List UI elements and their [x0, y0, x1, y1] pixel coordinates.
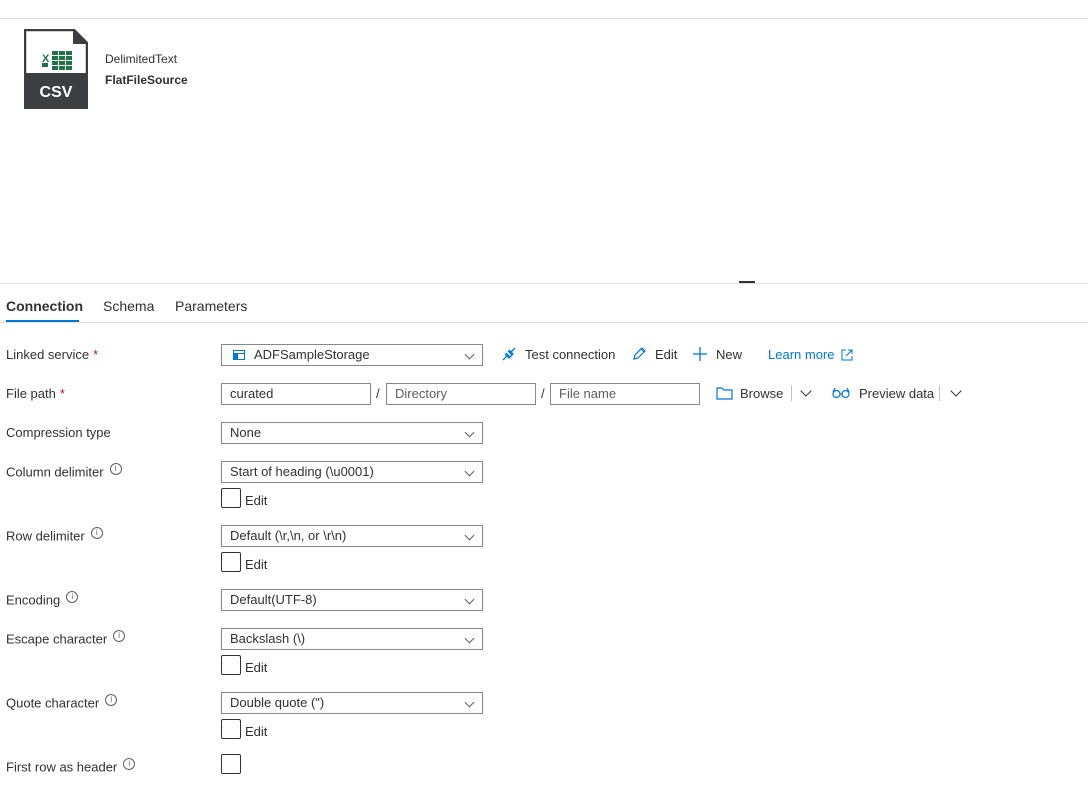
linked-service-select[interactable]: ADFSampleStorage: [221, 344, 483, 366]
plus-icon: [693, 347, 707, 361]
info-icon: i: [105, 694, 118, 706]
chevron-down-icon: [464, 466, 475, 477]
directory-input[interactable]: Directory: [386, 383, 536, 405]
browse-dropdown-chevron-icon[interactable]: [800, 385, 812, 397]
pane-divider: [0, 283, 1088, 284]
tab-schema[interactable]: Schema: [103, 298, 154, 314]
row-delimiter-edit-checkbox[interactable]: [221, 552, 241, 572]
info-icon: i: [109, 463, 122, 475]
edit-pencil-icon: [633, 347, 646, 360]
chevron-down-icon: [464, 349, 475, 360]
info-icon: i: [113, 630, 126, 642]
csv-icon-text: CSV: [40, 84, 73, 101]
chevron-down-icon: [464, 633, 475, 644]
test-connection-icon: [502, 347, 516, 361]
encoding-select[interactable]: Default(UTF-8): [221, 589, 483, 611]
quote-character-select[interactable]: Double quote ("): [221, 692, 483, 714]
external-link-icon: [841, 349, 853, 361]
chevron-down-icon: [464, 697, 475, 708]
new-linked-service-button[interactable]: New: [716, 347, 742, 362]
required-mark: *: [93, 347, 99, 362]
dataset-type: DelimitedText: [105, 52, 178, 66]
escape-character-edit-label: Edit: [245, 660, 268, 675]
info-icon: i: [123, 758, 136, 770]
column-delimiter-select[interactable]: Start of heading (\u0001): [221, 461, 483, 483]
chevron-down-icon: [464, 594, 475, 605]
folder-icon: [716, 387, 733, 400]
tab-connection[interactable]: Connection: [6, 298, 83, 314]
file-path-label: File path *: [6, 386, 65, 401]
escape-character-label: Escape character i: [6, 630, 126, 646]
quote-character-edit-checkbox[interactable]: [221, 719, 241, 739]
column-delimiter-edit-label: Edit: [245, 493, 268, 508]
quote-character-edit-label: Edit: [245, 724, 268, 739]
escape-character-select[interactable]: Backslash (\): [221, 628, 483, 650]
info-icon: i: [90, 527, 103, 539]
escape-character-edit-checkbox[interactable]: [221, 655, 241, 675]
required-mark: *: [59, 386, 65, 401]
container-input[interactable]: curated: [221, 383, 371, 405]
info-icon: i: [66, 591, 79, 603]
compression-type-label: Compression type: [6, 425, 111, 440]
test-connection-button[interactable]: Test connection: [525, 347, 615, 362]
preview-data-button[interactable]: Preview data: [859, 386, 934, 401]
path-separator: /: [541, 386, 545, 401]
preview-dropdown-chevron-icon[interactable]: [950, 385, 962, 397]
chevron-down-icon: [464, 427, 475, 438]
tabs-divider: [0, 322, 1088, 323]
toolbar-separator: [791, 385, 792, 401]
top-divider: [0, 18, 1088, 19]
browse-button[interactable]: Browse: [740, 386, 783, 401]
glasses-icon: [832, 387, 850, 399]
row-delimiter-select[interactable]: Default (\r,\n, or \r\n): [221, 525, 483, 547]
row-delimiter-edit-label: Edit: [245, 557, 268, 572]
linked-service-label: Linked service *: [6, 347, 99, 362]
edit-linked-service-button[interactable]: Edit: [655, 347, 677, 362]
first-row-header-checkbox[interactable]: [221, 754, 241, 774]
quote-character-label: Quote character i: [6, 694, 118, 710]
path-separator: /: [376, 386, 380, 401]
row-delimiter-label: Row delimiter i: [6, 527, 103, 543]
resize-handle[interactable]: [739, 281, 755, 283]
first-row-header-label: First row as header i: [6, 758, 136, 774]
column-delimiter-edit-checkbox[interactable]: [221, 488, 241, 508]
chevron-down-icon: [464, 530, 475, 541]
storage-icon: [233, 350, 245, 360]
dataset-name: FlatFileSource: [105, 73, 188, 87]
encoding-label: Encoding i: [6, 591, 79, 607]
file-name-input[interactable]: File name: [550, 383, 700, 405]
toolbar-separator: [939, 385, 940, 401]
column-delimiter-label: Column delimiter i: [6, 463, 122, 479]
linked-service-value: ADFSampleStorage: [254, 347, 370, 362]
tab-parameters[interactable]: Parameters: [175, 298, 247, 314]
compression-type-select[interactable]: None: [221, 422, 483, 444]
learn-more-link[interactable]: Learn more: [768, 347, 853, 362]
csv-file-icon: X CSV: [24, 29, 88, 109]
